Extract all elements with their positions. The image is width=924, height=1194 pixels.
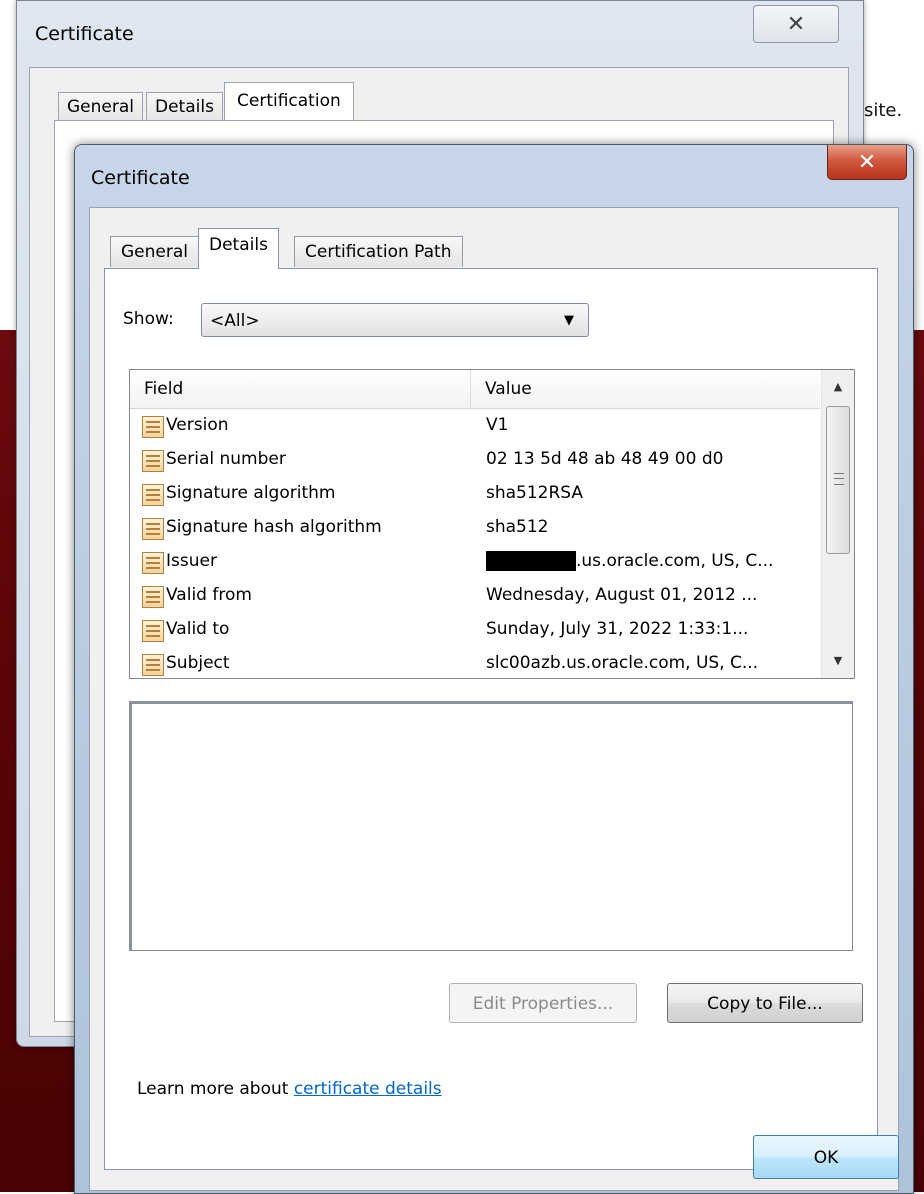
list-rows: Version V1 Serial number 02 13 5d 48 ab … [130,410,820,678]
field-name: Signature hash algorithm [166,517,382,537]
show-label: Show: [123,309,174,329]
details-panel: Show: <All> ▼ Field Value Version V1 Ser… [104,268,899,1179]
list-row[interactable]: Signature algorithm sha512RSA [130,478,820,512]
field-name: Serial number [166,449,286,469]
back-tab-details[interactable]: Details [146,92,223,121]
back-tab-certification-path[interactable]: Certification Path [224,82,354,147]
list-row[interactable]: Valid to Sunday, July 31, 2022 1:33:1... [130,614,820,648]
list-header: Field Value [130,370,820,409]
learn-more-text: Learn more about certificate details [137,1079,442,1099]
certificate-field-icon [142,654,164,676]
field-value: slc00azb.us.oracle.com, US, C... [486,653,759,673]
field-value: V1 [486,415,509,435]
tab-general[interactable]: General [110,236,199,267]
certificate-details-link[interactable]: certificate details [294,1079,442,1099]
field-detail-box[interactable] [129,701,853,951]
certificate-field-icon [142,586,164,608]
edit-properties-button[interactable]: Edit Properties... [449,983,637,1023]
column-header-field[interactable]: Field [130,370,470,408]
back-tab-general[interactable]: General [58,92,143,121]
fields-list[interactable]: Field Value Version V1 Serial number 02 … [129,369,855,679]
certificate-field-icon [142,518,164,540]
list-row[interactable]: Version V1 [130,410,820,444]
certificate-field-icon [142,552,164,574]
scrollbar-thumb[interactable] [826,406,850,554]
tab-strip: General Details Certification Path [110,222,870,269]
show-dropdown[interactable]: <All> ▼ [201,303,589,337]
field-value: sha512RSA [486,483,584,503]
certificate-field-icon [142,450,164,472]
field-name: Issuer [166,551,217,571]
close-button[interactable]: ✕ [827,145,907,180]
scroll-up-icon[interactable]: ▲ [822,370,854,404]
list-scrollbar[interactable]: ▲ ▼ [821,370,854,678]
tab-certification-path[interactable]: Certification Path [294,236,463,267]
list-row[interactable]: Serial number 02 13 5d 48 ab 48 49 00 d0 [130,444,820,478]
show-dropdown-value: <All> [210,311,260,331]
field-value: 02 13 5d 48 ab 48 49 00 d0 [486,449,724,469]
list-row[interactable]: Valid from Wednesday, August 01, 2012 ..… [130,580,820,614]
close-icon: ✕ [857,149,877,175]
list-row[interactable]: Issuer .us.oracle.com, US, C... [130,546,820,580]
certificate-field-icon [142,484,164,506]
list-row[interactable]: Signature hash algorithm sha512 [130,512,820,546]
field-value: Sunday, July 31, 2022 1:33:1... [486,619,749,639]
issuer-value-text: .us.oracle.com, US, C... [576,551,774,571]
learn-more-prefix: Learn more about [137,1079,294,1099]
grip-icon [834,473,844,485]
chevron-down-icon: ▼ [564,313,574,328]
redaction-block [486,551,576,571]
certificate-field-icon [142,620,164,642]
column-header-value[interactable]: Value [470,370,821,408]
certificate-dialog: Certificate ✕ General Details Certificat… [74,144,914,1194]
back-dialog-title: Certificate [35,23,134,45]
field-name: Version [166,415,229,435]
tab-details[interactable]: Details [198,228,279,269]
close-icon: ✕ [786,11,806,37]
copy-to-file-button[interactable]: Copy to File... [667,983,863,1023]
dialog-client: General Details Certification Path Show:… [89,207,899,1191]
certificate-field-icon [142,416,164,438]
field-name: Subject [166,653,230,673]
background-text: site. [864,100,903,121]
field-name: Signature algorithm [166,483,336,503]
dialog-title: Certificate [91,167,190,189]
field-value-issuer: .us.oracle.com, US, C... [486,551,773,571]
ok-button[interactable]: OK [753,1135,899,1179]
back-close-button[interactable]: ✕ [753,5,839,43]
field-value: Wednesday, August 01, 2012 ... [486,585,758,605]
list-row[interactable]: Subject slc00azb.us.oracle.com, US, C... [130,648,820,678]
scroll-down-icon[interactable]: ▼ [822,644,854,678]
field-value: sha512 [486,517,549,537]
field-name: Valid from [166,585,252,605]
field-name: Valid to [166,619,230,639]
